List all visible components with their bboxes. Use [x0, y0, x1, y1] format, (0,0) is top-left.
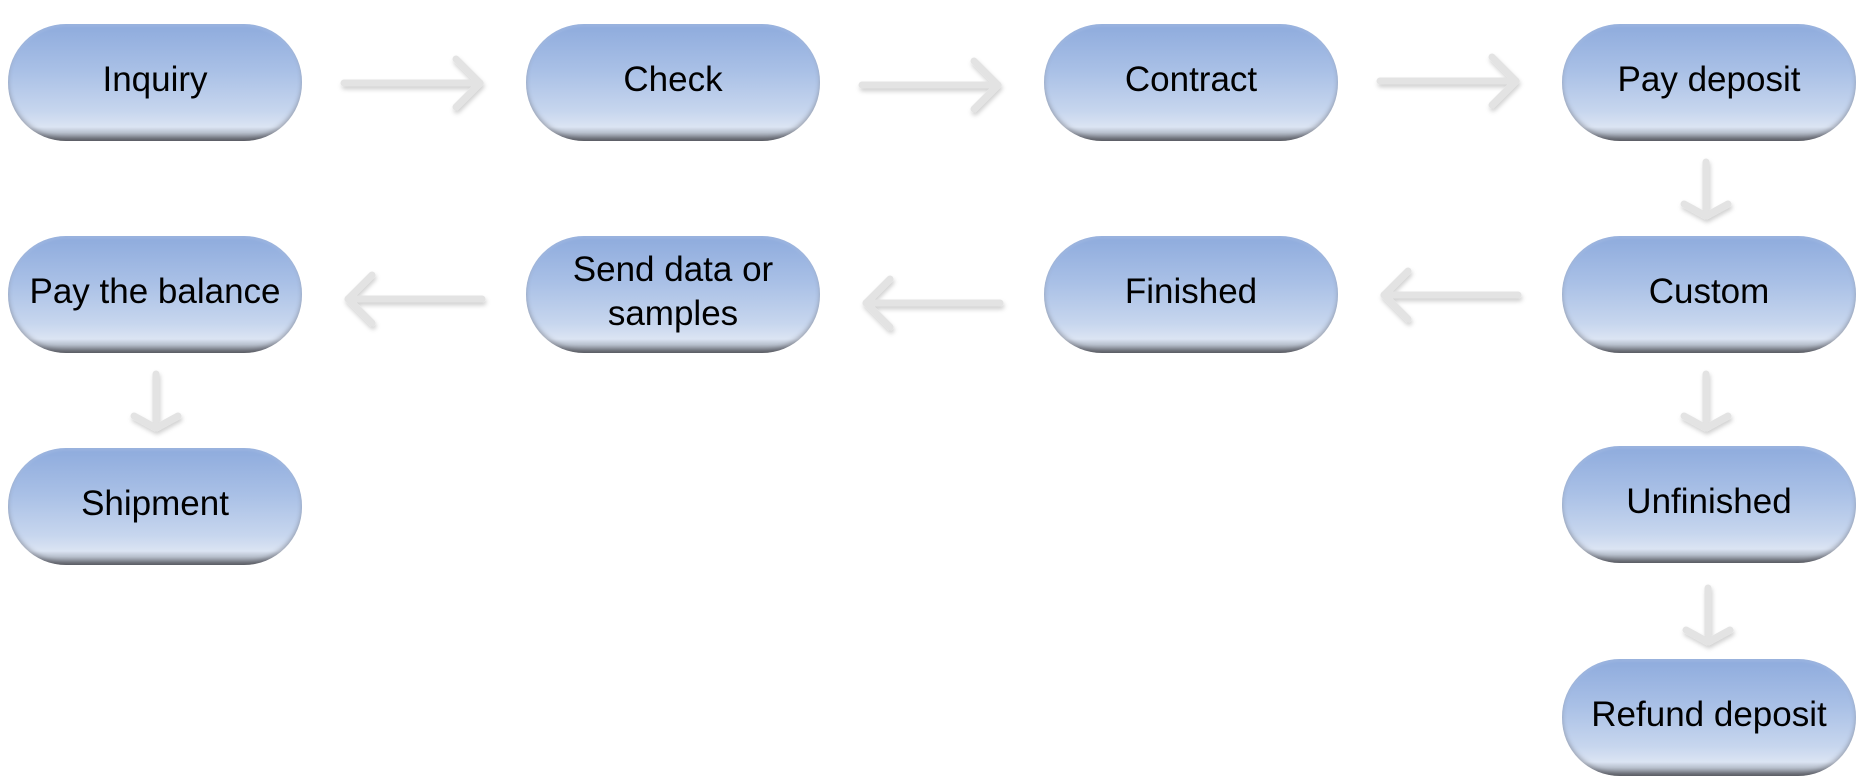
node-label: Inquiry [102, 59, 208, 99]
arrow-left-icon [1380, 267, 1522, 323]
arrow-right-icon [858, 57, 1002, 113]
node-contract[interactable]: Contract [1044, 24, 1338, 141]
node-label: Pay deposit [1617, 59, 1801, 99]
arrow-left-icon [344, 271, 486, 327]
node-label: Refund deposit [1591, 694, 1827, 734]
node-pay-the-balance[interactable]: Pay the balance [8, 236, 302, 353]
arrow-down-icon [130, 370, 182, 432]
node-shipment[interactable]: Shipment [8, 448, 302, 565]
node-label: Contract [1124, 59, 1258, 99]
node-label: Shipment [81, 483, 229, 523]
arrow-down-icon [1680, 370, 1732, 432]
arrow-right-icon [340, 55, 484, 111]
arrow-down-icon [1682, 584, 1734, 646]
node-unfinished[interactable]: Unfinished [1562, 446, 1856, 563]
node-send-data-or-samples[interactable]: Send data or samples [526, 236, 820, 353]
node-finished[interactable]: Finished [1044, 236, 1338, 353]
arrow-right-icon [1376, 53, 1520, 109]
arrow-down-icon [1680, 158, 1732, 220]
node-inquiry[interactable]: Inquiry [8, 24, 302, 141]
node-label: Send data or samples [572, 249, 774, 333]
node-custom[interactable]: Custom [1562, 236, 1856, 353]
node-label: Custom [1648, 271, 1770, 311]
node-pay-deposit[interactable]: Pay deposit [1562, 24, 1856, 141]
node-label: Finished [1124, 271, 1258, 311]
arrow-left-icon [862, 275, 1004, 331]
node-label: Check [623, 59, 723, 99]
node-check[interactable]: Check [526, 24, 820, 141]
node-refund-deposit[interactable]: Refund deposit [1562, 659, 1856, 776]
node-label: Unfinished [1626, 481, 1792, 521]
node-label: Pay the balance [29, 271, 281, 311]
